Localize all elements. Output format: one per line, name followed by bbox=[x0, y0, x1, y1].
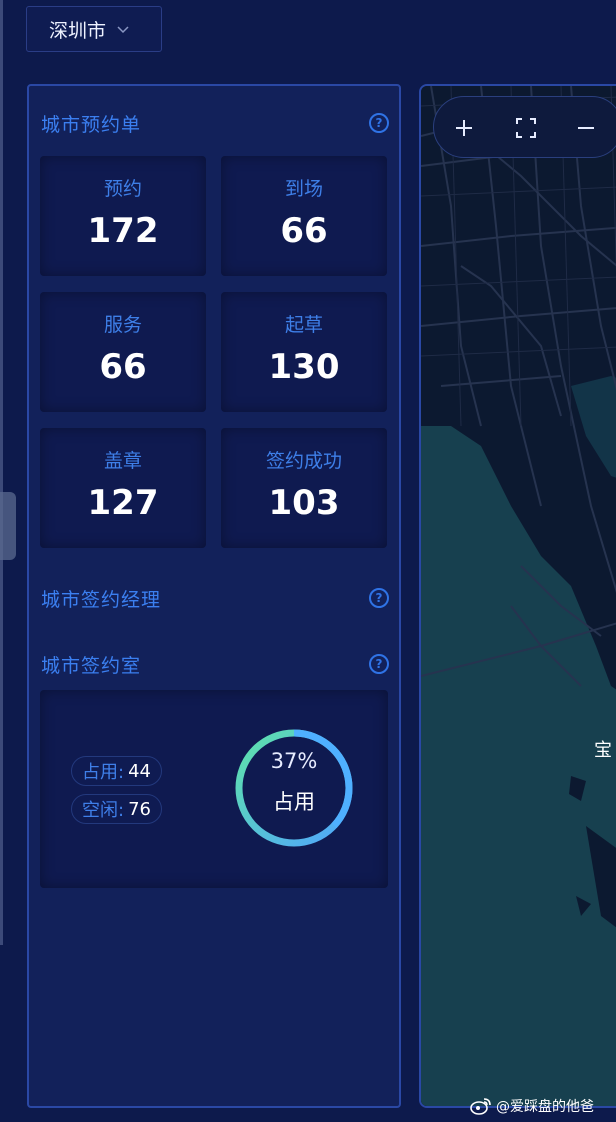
window-edge bbox=[0, 0, 3, 945]
stat-card-service: 服务 66 bbox=[40, 292, 206, 412]
watermark: @爱踩盘的他爸 bbox=[470, 1094, 594, 1118]
appointments-section-header: 城市预约单 ? bbox=[41, 110, 389, 136]
stat-label: 盖章 bbox=[103, 450, 142, 472]
app-root: 深圳市 城市预约单 ? 预约 172 到场 66 服务 66 起草 130 盖章… bbox=[0, 0, 616, 1122]
stat-card-signed: 签约成功 103 bbox=[221, 428, 387, 548]
idle-pill: 空闲: 76 bbox=[71, 794, 162, 824]
stat-card-appointment: 预约 172 bbox=[40, 156, 206, 276]
stat-label: 服务 bbox=[103, 314, 142, 336]
question-circle-icon[interactable]: ? bbox=[369, 654, 389, 674]
stat-label: 起草 bbox=[284, 314, 323, 336]
question-circle-icon[interactable]: ? bbox=[369, 588, 389, 608]
managers-section-title: 城市签约经理 bbox=[41, 588, 162, 611]
donut-percent: 37% bbox=[270, 749, 318, 773]
donut-caption: 占用 bbox=[273, 790, 315, 814]
stat-label: 签约成功 bbox=[265, 450, 342, 472]
idle-value: 76 bbox=[128, 798, 151, 820]
stat-label: 预约 bbox=[103, 178, 142, 200]
stat-label: 到场 bbox=[284, 178, 323, 200]
stat-card-seal: 盖章 127 bbox=[40, 428, 206, 548]
weibo-icon bbox=[470, 1098, 491, 1115]
stat-card-draft: 起草 130 bbox=[221, 292, 387, 412]
map-zoom-controls bbox=[433, 96, 616, 158]
minus-icon[interactable] bbox=[556, 97, 616, 159]
watermark-text: @爱踩盘的他爸 bbox=[496, 1099, 594, 1115]
plus-icon[interactable] bbox=[434, 97, 494, 159]
stat-value: 172 bbox=[87, 211, 159, 251]
occupied-value: 44 bbox=[128, 760, 151, 782]
map-canvas bbox=[421, 86, 616, 1106]
map-place-label: 宝 bbox=[594, 740, 612, 761]
appointments-section-title: 城市预约单 bbox=[41, 113, 142, 136]
question-circle-icon[interactable]: ? bbox=[369, 113, 389, 133]
stat-value: 127 bbox=[87, 483, 159, 523]
idle-label: 空闲: bbox=[82, 800, 125, 821]
fullscreen-icon[interactable] bbox=[496, 97, 556, 159]
stat-value: 66 bbox=[99, 347, 147, 387]
rooms-section-header: 城市签约室 ? bbox=[41, 651, 389, 677]
signing-room-card: 占用: 44 空闲: 76 37% 占用 bbox=[40, 690, 388, 888]
stat-value: 66 bbox=[280, 211, 328, 251]
occupied-pill: 占用: 44 bbox=[71, 756, 162, 786]
chevron-down-icon bbox=[116, 22, 130, 36]
managers-section-header: 城市签约经理 ? bbox=[41, 585, 389, 611]
collapse-handle[interactable] bbox=[0, 492, 16, 560]
rooms-section-title: 城市签约室 bbox=[41, 654, 142, 677]
city-select[interactable]: 深圳市 bbox=[26, 6, 162, 52]
city-select-value: 深圳市 bbox=[49, 19, 107, 42]
occupied-label: 占用: bbox=[82, 762, 125, 783]
city-stats-panel: 城市预约单 ? 预约 172 到场 66 服务 66 起草 130 盖章 127 bbox=[27, 84, 401, 1108]
stat-value: 130 bbox=[268, 347, 340, 387]
stat-value: 103 bbox=[268, 483, 340, 523]
stat-card-arrival: 到场 66 bbox=[221, 156, 387, 276]
map-view[interactable] bbox=[419, 84, 616, 1108]
